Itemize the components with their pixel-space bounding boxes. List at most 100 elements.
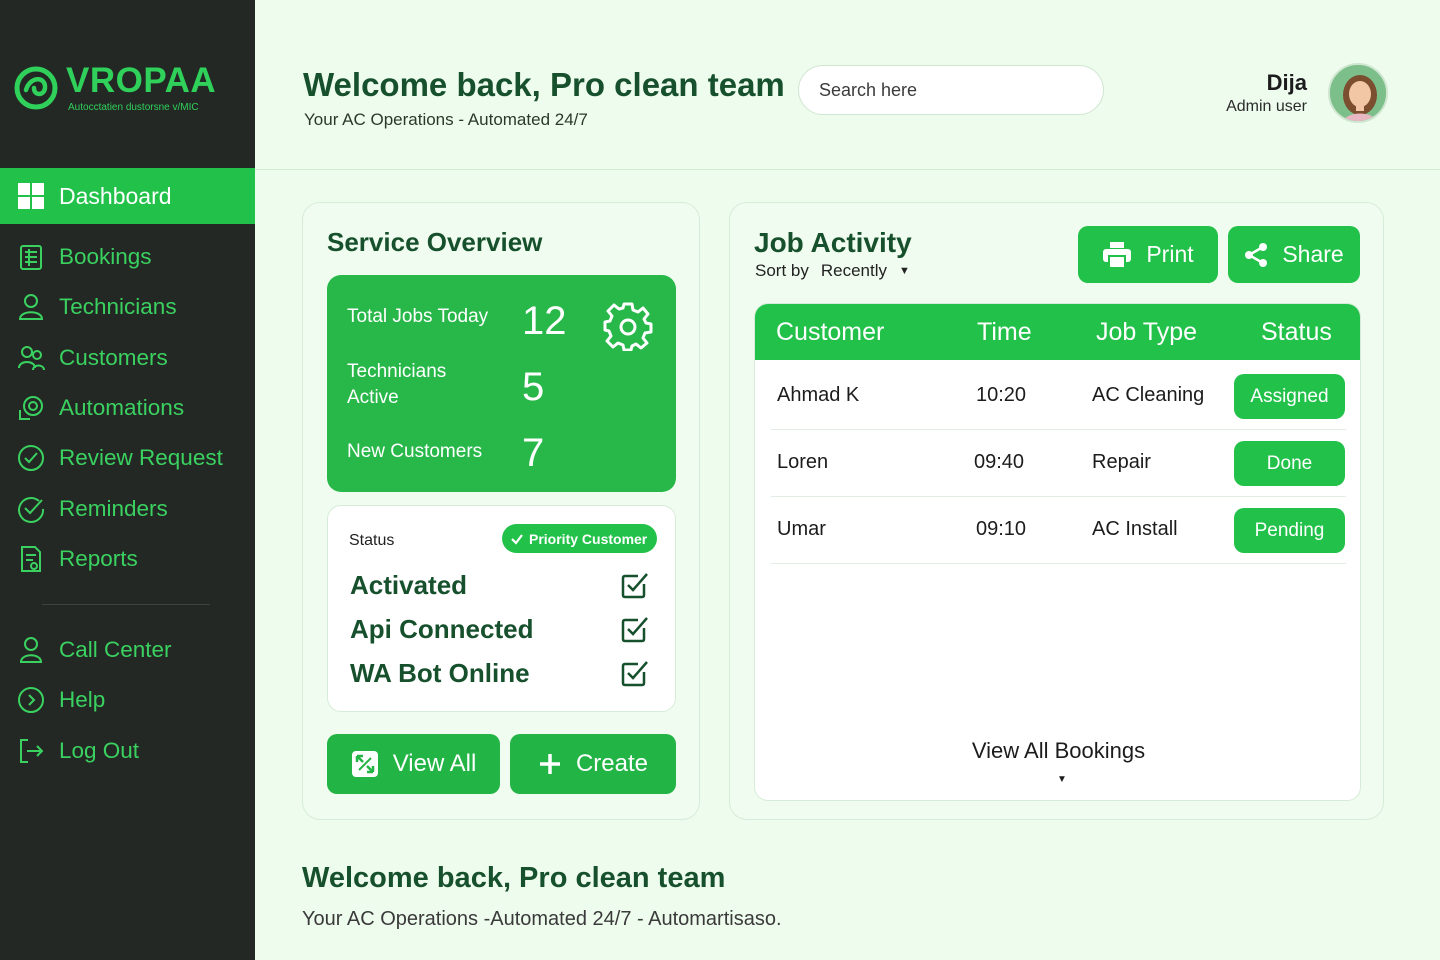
stat-label-total-jobs: Total Jobs Today (347, 306, 489, 327)
sidebar-item-customers[interactable]: Customers (0, 333, 255, 383)
status-check-label: Api Connected (350, 613, 534, 644)
gear-icon[interactable] (603, 301, 653, 351)
priority-badge-label: Priority Customer (529, 530, 648, 547)
sidebar-item-call-center[interactable]: Call Center (0, 625, 255, 675)
footer-subtitle: Your AC Operations -Automated 24/7 - Aut… (302, 908, 782, 930)
plus-icon (539, 754, 560, 774)
cell-time: 09:10 (976, 518, 1027, 540)
status-badge[interactable]: Done (1234, 441, 1345, 486)
cell-customer: Loren (777, 451, 829, 473)
view-all-label: View All (392, 750, 477, 777)
job-activity-title: Job Activity (754, 227, 912, 258)
footer-title: Welcome back, Pro clean team (302, 862, 726, 894)
sidebar-item-label: Technicians (59, 294, 177, 320)
header: Welcome back, Pro clean team Your AC Ope… (255, 0, 1440, 170)
checkbox-checked-icon[interactable] (620, 614, 650, 644)
sidebar-item-reports[interactable]: Reports (0, 534, 255, 584)
service-overview-panel: Service Overview Total Jobs Today 12 Tec… (302, 202, 700, 820)
sort-dropdown[interactable]: Recently (821, 261, 887, 281)
column-header-job-type[interactable]: Job Type (1096, 318, 1197, 347)
dashboard-grid-icon (18, 183, 44, 209)
sidebar-item-label: Dashboard (59, 182, 172, 209)
view-all-bookings-link[interactable]: View All Bookings (755, 738, 1360, 764)
brand-name: VROPAA (66, 61, 217, 100)
bookings-icon (20, 245, 42, 271)
sidebar-item-automations[interactable]: Automations (0, 383, 255, 433)
customers-icon (18, 345, 45, 370)
status-check-wa-bot-online: WA Bot Online (350, 656, 650, 690)
sidebar-item-dashboard[interactable]: Dashboard (0, 168, 255, 224)
share-button[interactable]: Share (1228, 226, 1360, 283)
user-role: Admin user (1226, 98, 1307, 115)
caret-down-icon[interactable]: ▼ (1057, 774, 1067, 785)
printer-icon (1103, 241, 1132, 269)
print-button[interactable]: Print (1078, 226, 1218, 283)
priority-customer-badge[interactable]: Priority Customer (502, 524, 658, 553)
sidebar-item-review-request[interactable]: Review Request (0, 433, 255, 483)
stat-value-technicians-active: 5 (522, 365, 545, 409)
stat-value-new-customers: 7 (522, 431, 545, 475)
status-check-activated: Activated (350, 568, 650, 602)
sidebar-divider (42, 604, 210, 605)
sidebar-item-technicians[interactable]: Technicians (0, 282, 255, 332)
stat-label-new-customers: New Customers (347, 441, 483, 462)
status-label: Status (349, 532, 395, 549)
table-row[interactable]: Ahmad K 10:20 AC Cleaning Assigned (771, 363, 1346, 430)
cell-time: 10:20 (976, 384, 1027, 406)
technician-icon (18, 294, 44, 321)
brand-tagline: Autocctatien dustorsne v/MIC (68, 102, 199, 113)
sidebar-item-label: Bookings (59, 244, 152, 270)
avatar-portrait-icon (1330, 65, 1386, 121)
column-header-status[interactable]: Status (1261, 318, 1332, 347)
user-info: Dija Admin user (1226, 70, 1307, 116)
status-card: Status Priority Customer Activated Api C… (327, 505, 676, 712)
sidebar-item-bookings[interactable]: Bookings (0, 232, 255, 282)
avatar[interactable] (1328, 63, 1388, 123)
sidebar-item-label: Reports (59, 545, 138, 571)
sidebar-nav: Bookings Technicians Customers Automatio… (0, 232, 255, 584)
sidebar-item-reminders[interactable]: Reminders (0, 483, 255, 533)
sort-control: Sort by Recently ▼ (755, 261, 910, 281)
sidebar: VROPAA Autocctatien dustorsne v/MIC Dash… (0, 0, 255, 960)
create-label: Create (575, 750, 649, 777)
sidebar-item-label: Call Center (59, 637, 172, 663)
stats-card: Total Jobs Today 12 Technicians Active 5… (327, 275, 676, 492)
reports-icon (21, 545, 41, 572)
status-badge[interactable]: Assigned (1234, 374, 1345, 419)
expand-icon (351, 751, 378, 777)
page-subtitle: Your AC Operations - Automated 24/7 (304, 110, 588, 129)
sidebar-item-label: Help (59, 687, 106, 713)
user-icon (19, 637, 43, 664)
sidebar-item-label: Reminders (59, 495, 168, 521)
sidebar-item-help[interactable]: Help (0, 675, 255, 725)
sidebar-item-label: Log Out (59, 737, 140, 763)
status-check-label: WA Bot Online (350, 657, 530, 688)
sidebar-item-log-out[interactable]: Log Out (0, 726, 255, 776)
sidebar-secondary-nav: Call Center Help Log Out (0, 625, 255, 776)
table-header: Customer Time Job Type Status (755, 304, 1360, 360)
logo-swirl-icon (14, 66, 58, 109)
view-all-button[interactable]: View All (327, 734, 500, 794)
table-row[interactable]: Loren 09:40 Repair Done (771, 430, 1346, 497)
create-button[interactable]: Create (510, 734, 676, 794)
print-label: Print (1146, 241, 1194, 267)
page-title: Welcome back, Pro clean team (303, 66, 785, 103)
brand-logo[interactable]: VROPAA Autocctatien dustorsne v/MIC (12, 62, 216, 113)
cell-time: 09:40 (974, 451, 1025, 473)
check-circle-icon (18, 445, 44, 472)
status-badge[interactable]: Pending (1234, 508, 1345, 553)
checkbox-checked-icon[interactable] (620, 658, 650, 688)
caret-down-icon[interactable]: ▼ (899, 265, 910, 277)
share-icon (1245, 242, 1268, 267)
cell-job-type: Repair (1092, 451, 1151, 473)
column-header-time[interactable]: Time (977, 318, 1032, 347)
sidebar-item-label: Review Request (59, 445, 223, 471)
stat-value-total-jobs: 12 (522, 299, 567, 343)
table-row[interactable]: Umar 09:10 AC Install Pending (771, 497, 1346, 564)
status-check-label: Activated (350, 569, 468, 600)
cell-customer: Ahmad K (777, 384, 860, 406)
checkbox-checked-icon[interactable] (620, 570, 650, 600)
stat-label-technicians-active: Technicians Active (347, 361, 447, 408)
column-header-customer[interactable]: Customer (776, 318, 884, 347)
search-input[interactable] (798, 65, 1104, 115)
